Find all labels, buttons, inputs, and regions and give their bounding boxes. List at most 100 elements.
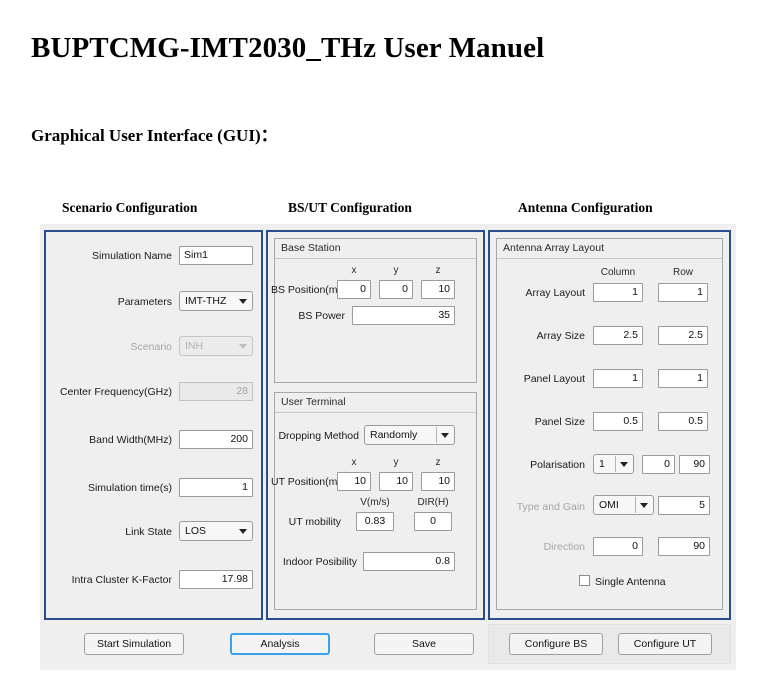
link-state-dropdown[interactable]: LOS [179,521,253,541]
ut-position-x-input[interactable]: 10 [337,472,371,491]
scenario-dropdown-value: INH [185,340,204,352]
ut-mobility-label: UT mobility [288,516,341,528]
configure-bs-button[interactable]: Configure BS [509,633,603,655]
antenna-configuration-panel: Antenna Array Layout Column Row Array La… [488,230,731,620]
manual-page: BUPTCMG-IMT2030_THz User Manuel Graphica… [0,0,763,686]
indoor-possibility-label: Indoor Posibility [282,556,357,568]
scenario-label: Scenario [130,341,172,353]
ut-position-label: UT Position(m) [271,476,341,488]
panel-layout-row-input[interactable]: 1 [658,369,708,388]
array-layout-column-input[interactable]: 1 [593,283,643,302]
user-terminal-group: User Terminal Dropping Method Randomly x… [271,392,477,610]
gui-figure: Simulation Name Sim1 Parameters IMT-THZ … [40,224,736,670]
parameters-dropdown-value: IMT-THZ [185,295,227,307]
ut-mobility-header-velocity: V(m/s) [360,497,390,508]
chevron-down-icon [239,529,247,534]
center-frequency-input[interactable]: 28 [179,382,253,401]
ut-mobility-direction-input[interactable]: 0 [414,512,452,531]
band-width-label: Band Width(MHz) [89,434,172,446]
save-button[interactable]: Save [374,633,474,655]
ut-axis-header-z: z [435,457,441,468]
dropdown-divider [635,497,636,513]
parameters-dropdown[interactable]: IMT-THZ [179,291,253,311]
simulation-name-input[interactable]: Sim1 [179,246,253,265]
start-simulation-button[interactable]: Start Simulation [84,633,184,655]
single-antenna-checkbox[interactable]: Single Antenna [579,575,666,588]
ut-position-z-input[interactable]: 10 [421,472,455,491]
column-captions: Scenario Configuration BS/UT Configurati… [0,200,763,218]
bs-power-input[interactable]: 35 [352,306,455,325]
polarisation-label: Polarisation [530,459,585,471]
user-terminal-group-title: User Terminal [281,396,346,408]
chevron-down-icon [640,503,648,508]
polarisation-dropdown-value: 1 [599,458,605,470]
indoor-possibility-input[interactable]: 0.8 [363,552,455,571]
base-station-group-title: Base Station [281,242,341,254]
simulation-time-label: Simulation time(s) [87,482,172,494]
bsut-configuration-panel: Base Station x y z BS Position(m) 0 0 10… [266,230,485,620]
panel-size-column-input[interactable]: 0.5 [593,412,643,431]
single-antenna-label: Single Antenna [595,576,666,588]
simulation-name-label: Simulation Name [92,250,172,262]
center-frequency-label: Center Frequency(GHz) [59,386,172,398]
bs-axis-header-y: y [393,265,399,276]
dropping-method-dropdown-value: Randomly [370,429,418,441]
caption-antenna-configuration: Antenna Configuration [518,200,653,215]
analysis-button[interactable]: Analysis [230,633,330,655]
k-factor-input[interactable]: 17.98 [179,570,253,589]
scenario-dropdown[interactable]: INH [179,336,253,356]
ut-mobility-velocity-input[interactable]: 0.83 [356,512,394,531]
direction-elevation-input[interactable]: 90 [658,537,710,556]
array-layout-label: Array Layout [525,287,585,299]
simulation-time-input[interactable]: 1 [179,478,253,497]
bs-position-z-input[interactable]: 10 [421,280,455,299]
polarisation-angle2-input[interactable]: 90 [679,455,710,474]
antenna-array-layout-group-title: Antenna Array Layout [503,242,604,254]
k-factor-label: Intra Cluster K-Factor [71,574,172,586]
polarisation-dropdown[interactable]: 1 [593,454,634,474]
ut-position-y-input[interactable]: 10 [379,472,413,491]
antenna-array-layout-group: Antenna Array Layout Column Row Array La… [496,238,723,610]
band-width-input[interactable]: 200 [179,430,253,449]
dropping-method-dropdown[interactable]: Randomly [364,425,455,445]
bs-axis-header-z: z [435,265,441,276]
type-and-gain-dropdown[interactable]: OMI [593,495,654,515]
bs-position-label: BS Position(m) [271,284,342,296]
ut-axis-header-y: y [393,457,399,468]
type-and-gain-value-input[interactable]: 5 [658,496,710,515]
chevron-down-icon [620,462,628,467]
dropping-method-label: Dropping Method [278,430,359,442]
type-and-gain-label: Type and Gain [516,501,585,513]
panel-size-row-input[interactable]: 0.5 [658,412,708,431]
polarisation-angle1-input[interactable]: 0 [642,455,675,474]
group-divider [275,412,476,413]
scenario-configuration-panel: Simulation Name Sim1 Parameters IMT-THZ … [44,230,263,620]
panel-layout-label: Panel Layout [523,373,585,385]
configure-ut-button[interactable]: Configure UT [618,633,712,655]
caption-bsut-configuration: BS/UT Configuration [288,200,412,215]
array-size-column-input[interactable]: 2.5 [593,326,643,345]
antenna-column-header: Column [600,267,636,278]
ut-axis-header-x: x [351,457,357,468]
panel-layout-column-input[interactable]: 1 [593,369,643,388]
type-and-gain-dropdown-value: OMI [599,499,619,511]
link-state-dropdown-value: LOS [185,525,207,537]
array-layout-row-input[interactable]: 1 [658,283,708,302]
ut-mobility-header-direction: DIR(H) [417,497,449,508]
direction-label: Direction [543,541,585,553]
bs-position-y-input[interactable]: 0 [379,280,413,299]
chevron-down-icon [239,299,247,304]
chevron-down-icon [441,433,449,438]
group-divider [275,258,476,259]
dropdown-divider [436,427,437,443]
antenna-row-header: Row [672,267,693,278]
parameters-label: Parameters [117,296,172,308]
direction-azimuth-input[interactable]: 0 [593,537,643,556]
array-size-row-input[interactable]: 2.5 [658,326,708,345]
caption-scenario-configuration: Scenario Configuration [62,200,198,215]
chevron-down-icon [239,344,247,349]
bs-power-label: BS Power [298,310,345,322]
dropdown-divider [615,456,616,472]
bs-position-x-input[interactable]: 0 [337,280,371,299]
panel-size-label: Panel Size [534,416,585,428]
